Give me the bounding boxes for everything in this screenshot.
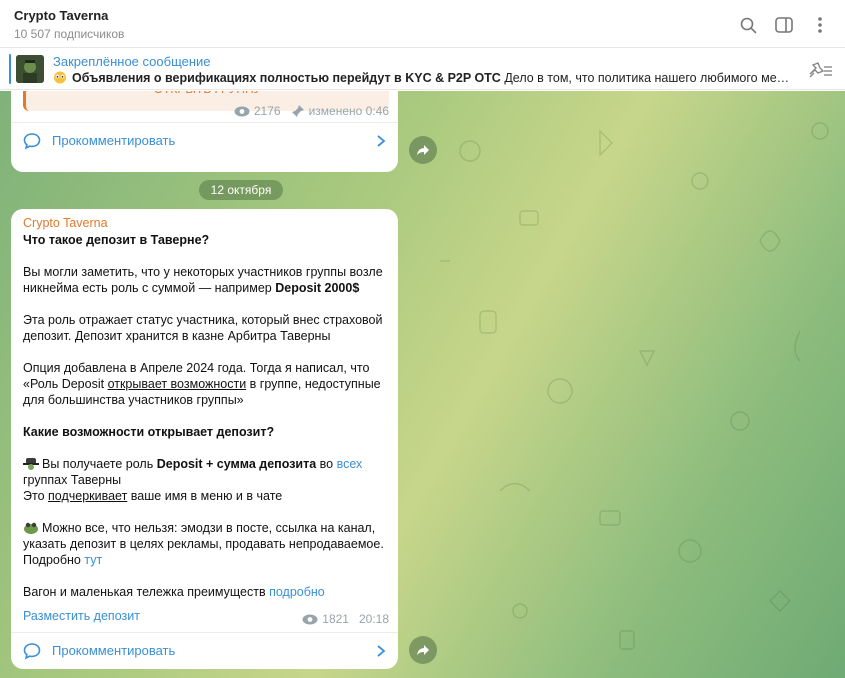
views-count: 1821 xyxy=(322,612,349,626)
more-menu-icon[interactable] xyxy=(809,14,831,36)
pinned-indicator xyxy=(9,54,11,84)
underlined-text: открывает возможности xyxy=(107,377,247,391)
comment-button[interactable]: Прокомментировать xyxy=(11,122,398,158)
chat-area[interactable]: ОТКРЫТЬ ГРУППУ 2176 изменено 0:46 Проком… xyxy=(0,91,845,678)
channel-title[interactable]: Crypto Taverna xyxy=(14,8,108,23)
list-text: во xyxy=(316,457,337,471)
views-count: 2176 xyxy=(253,104,281,118)
details-link[interactable]: тут xyxy=(84,553,102,567)
face-emoji-icon xyxy=(53,71,69,84)
message-bubble: Crypto Taverna Что такое депозит в Тавер… xyxy=(11,209,398,669)
pinned-bold: Объявления о верификациях полностью пере… xyxy=(72,71,501,85)
message-text: Что такое депозит в Таверне? Вы могли за… xyxy=(23,232,388,600)
role-name: Deposit + сумма депозита xyxy=(156,457,317,471)
subscriber-count: 10 507 подписчиков xyxy=(14,27,125,41)
place-deposit-button[interactable]: Разместить депозит xyxy=(23,609,140,623)
all-groups-link[interactable]: всех xyxy=(337,457,363,471)
pinned-preview: Объявления о верификациях полностью пере… xyxy=(53,71,793,85)
frog-emoji-icon xyxy=(23,521,39,534)
list-text: Вагон и маленькая тележка преимуществ xyxy=(23,585,270,599)
comment-icon xyxy=(23,132,41,150)
comment-button[interactable]: Прокомментировать xyxy=(11,632,398,668)
list-text: Можно все, что нельзя: эмодзи в посте, с… xyxy=(23,521,384,567)
deposit-example: Deposit 2000$ xyxy=(275,281,360,295)
chat-header: Crypto Taverna 10 507 подписчиков xyxy=(0,0,845,48)
views-icon xyxy=(234,106,250,116)
date-separator: 12 октября xyxy=(199,180,283,200)
pinned-thumbnail xyxy=(16,55,44,83)
sidebar-toggle-icon[interactable] xyxy=(773,14,795,36)
message-bubble: ОТКРЫТЬ ГРУППУ 2176 изменено 0:46 Проком… xyxy=(11,91,398,172)
forward-icon xyxy=(417,145,429,156)
comment-icon xyxy=(23,642,41,660)
comment-label: Прокомментировать xyxy=(52,643,176,658)
list-text: ваше имя в меню и в чате xyxy=(127,489,283,503)
forward-button[interactable] xyxy=(409,136,437,164)
views-icon xyxy=(302,614,318,624)
section-heading: Какие возможности открывает депозит? xyxy=(23,425,275,439)
list-text: Это xyxy=(23,489,48,503)
list-text: Вы получаете роль xyxy=(42,457,157,471)
pinned-title: Закреплённое сообщение xyxy=(53,54,211,69)
search-icon[interactable] xyxy=(737,14,759,36)
pin-icon xyxy=(291,105,304,117)
pinned-text: Дело в том, что политика нашего любимого… xyxy=(504,71,793,85)
chevron-right-icon xyxy=(377,645,386,657)
message-meta: 2176 изменено 0:46 xyxy=(234,104,389,118)
message-time: 20:18 xyxy=(358,612,389,626)
message-heading: Что такое депозит в Таверне? xyxy=(23,233,210,247)
pinned-list-icon[interactable] xyxy=(807,60,833,80)
forward-icon xyxy=(417,645,429,656)
message-meta: 1821 20:18 xyxy=(302,612,389,626)
list-text: группах Таверны xyxy=(23,473,122,487)
pinned-message-bar[interactable]: Закреплённое сообщение Объявления о вери… xyxy=(0,48,845,90)
underlined-text: подчеркивает xyxy=(48,489,128,503)
hat-emoji-icon xyxy=(23,457,39,470)
edited-label: изменено 0:46 xyxy=(308,104,389,118)
forward-button[interactable] xyxy=(409,636,437,664)
message-author[interactable]: Crypto Taverna xyxy=(23,216,108,230)
comment-label: Прокомментировать xyxy=(52,133,176,148)
chevron-right-icon xyxy=(377,135,386,147)
paragraph-text: Эта роль отражает статус участника, кото… xyxy=(23,313,383,343)
more-details-link[interactable]: подробно xyxy=(269,585,325,599)
